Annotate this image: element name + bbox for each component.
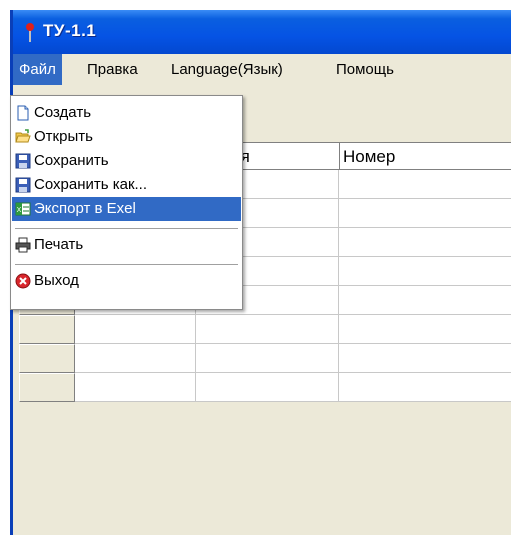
menu-item-export-excel[interactable]: X Экспорт в Exel (12, 197, 241, 221)
grid-cell[interactable] (196, 315, 339, 344)
grid-cell[interactable] (339, 199, 511, 228)
menu-item-save-as[interactable]: Сохранить как... (12, 173, 241, 197)
row-header[interactable] (19, 373, 75, 402)
menu-edit[interactable]: Правка (81, 54, 144, 85)
grid-cell[interactable] (196, 373, 339, 402)
grid-cell[interactable] (75, 344, 196, 373)
menu-item-new[interactable]: Создать (12, 101, 241, 125)
table-row[interactable] (19, 344, 511, 373)
excel-export-icon: X (15, 202, 31, 216)
grid-cell[interactable] (75, 373, 196, 402)
open-folder-icon (15, 129, 31, 143)
menu-item-save[interactable]: Сохранить (12, 149, 241, 173)
grid-cell[interactable] (339, 315, 511, 344)
svg-text:X: X (17, 207, 22, 214)
save-as-disk-icon (15, 177, 31, 193)
save-disk-icon (15, 153, 31, 169)
row-header[interactable] (19, 315, 75, 344)
table-row[interactable] (19, 315, 511, 344)
exit-icon (15, 273, 31, 289)
grid-cell[interactable] (339, 286, 511, 315)
grid-cell[interactable] (196, 344, 339, 373)
app-icon (26, 23, 34, 42)
menu-separator (15, 228, 238, 229)
menu-item-open[interactable]: Открыть (12, 125, 241, 149)
row-header[interactable] (19, 344, 75, 373)
new-document-icon (17, 105, 29, 121)
grid-cell[interactable] (339, 170, 511, 199)
menu-help[interactable]: Помощь (330, 54, 400, 85)
grid-cell[interactable] (339, 373, 511, 402)
empty-client-area (13, 402, 511, 535)
column-header-number[interactable]: Номер (339, 142, 511, 170)
printer-icon (15, 237, 31, 253)
file-menu-dropdown: Создать Открыть Сохранить Сохранить как.… (10, 95, 243, 310)
window-title: ТУ-1.1 (43, 21, 97, 40)
menu-file[interactable]: Файл (13, 54, 62, 85)
grid-cell[interactable] (339, 344, 511, 373)
menu-language[interactable]: Language(Язык) (165, 54, 289, 85)
title-bar[interactable]: ТУ-1.1 (13, 10, 511, 54)
menu-separator (15, 264, 238, 265)
menu-item-print[interactable]: Печать (12, 233, 241, 257)
menu-item-exit[interactable]: Выход (12, 269, 241, 293)
grid-cell[interactable] (75, 315, 196, 344)
table-row[interactable] (19, 373, 511, 402)
grid-cell[interactable] (339, 257, 511, 286)
grid-cell[interactable] (339, 228, 511, 257)
menu-bar: Файл Правка Language(Язык) Помощь (13, 54, 511, 85)
